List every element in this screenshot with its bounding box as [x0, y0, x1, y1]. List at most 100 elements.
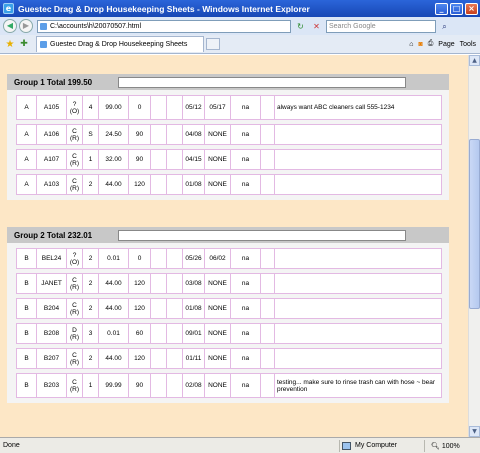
cell-priority: S — [83, 125, 99, 144]
cell-blank-c — [261, 249, 275, 268]
table-row[interactable]: B B203 C (R) 1 99.99 90 02/08 NONE na testing... … — [16, 373, 442, 398]
status-text: Done — [3, 442, 20, 449]
scroll-up-icon[interactable]: ▲ — [469, 55, 480, 66]
cell-status: C (R) — [67, 349, 83, 368]
add-favorite-icon[interactable]: ✚ — [18, 39, 30, 49]
cell-room: A107 — [37, 150, 67, 169]
group-drop-bar[interactable] — [118, 76, 406, 88]
search-icon[interactable]: ⌕ — [438, 20, 451, 33]
cell-blank-c — [261, 374, 275, 397]
close-button[interactable]: × — [465, 2, 478, 15]
maximize-button[interactable]: □ — [450, 2, 463, 15]
favorites-star-icon[interactable]: ★ — [4, 39, 16, 50]
cell-room: A106 — [37, 125, 67, 144]
cell-blank-a — [151, 249, 167, 268]
cell-section: B — [17, 349, 37, 368]
cell-date-in: 01/08 — [183, 175, 205, 194]
cell-date-in: 09/01 — [183, 324, 205, 343]
table-row[interactable]: A A106 C (R) S 24.50 90 04/08 NONE na — [16, 124, 442, 145]
cell-date-in: 05/12 — [183, 96, 205, 119]
tools-menu[interactable]: Tools — [460, 41, 476, 48]
cell-note-flag: na — [231, 125, 261, 144]
cell-date-out: NONE — [205, 349, 231, 368]
cell-priority: 2 — [83, 299, 99, 318]
scroll-thumb[interactable] — [469, 139, 480, 309]
cell-status: C (R) — [67, 125, 83, 144]
cell-date-out: NONE — [205, 374, 231, 397]
vertical-scrollbar[interactable]: ▲ ▼ — [468, 55, 480, 437]
cell-blank-c — [261, 150, 275, 169]
cell-blank-b — [167, 274, 183, 293]
cell-section: A — [17, 150, 37, 169]
cell-status: ? (O) — [67, 249, 83, 268]
cell-room: B207 — [37, 349, 67, 368]
table-row[interactable]: B BEL24? (O) 2 0.01 0 05/26 06/02 na — [16, 248, 442, 269]
cell-minutes: 60 — [129, 324, 151, 343]
cell-note-flag: na — [231, 175, 261, 194]
cell-notes — [275, 349, 441, 368]
table-row[interactable]: A A103 C (R) 2 44.00 120 01/08 NONE na — [16, 174, 442, 195]
refresh-icon[interactable]: ↻ — [294, 20, 307, 33]
scroll-down-icon[interactable]: ▼ — [469, 426, 480, 437]
cell-price: 32.00 — [99, 150, 129, 169]
search-input[interactable]: Search Google — [326, 19, 436, 33]
cell-minutes: 90 — [129, 150, 151, 169]
cell-status: D (R) — [67, 324, 83, 343]
address-bar[interactable]: C:\accounts\h\20070507.html — [37, 19, 291, 33]
cell-blank-c — [261, 96, 275, 119]
group-panel: Group 2 Total 232.01 B BEL24? (O) 2 0.01 0 05… — [7, 227, 449, 403]
group-panel: Group 1 Total 199.50 A A105? (O) 4 99.00 0 05… — [7, 74, 449, 200]
group-body: A A105? (O) 4 99.00 0 05/12 05/17 na always want… — [7, 90, 449, 200]
cell-date-out: NONE — [205, 175, 231, 194]
cell-date-in: 04/08 — [183, 125, 205, 144]
cell-blank-a — [151, 374, 167, 397]
page-content: Group 1 Total 199.50 A A105? (O) 4 99.00 0 05… — [0, 55, 468, 437]
cell-price: 44.00 — [99, 299, 129, 318]
feeds-icon[interactable]: ◙ — [418, 41, 422, 48]
cell-date-out: NONE — [205, 150, 231, 169]
cell-price: 44.00 — [99, 349, 129, 368]
tab-label: Guestec Drag & Drop Housekeeping Sheets — [50, 41, 188, 48]
tab-housekeeping[interactable]: Guestec Drag & Drop Housekeeping Sheets — [36, 36, 204, 52]
address-toolbar: ◀ ▶ C:\accounts\h\20070507.html ↻ ✕ Sear… — [0, 17, 480, 35]
table-row[interactable]: B B207 C (R) 2 44.00 120 01/11 NONE na — [16, 348, 442, 369]
cell-blank-a — [151, 324, 167, 343]
print-icon[interactable]: ⎙ — [428, 40, 434, 48]
cell-section: B — [17, 374, 37, 397]
cell-blank-b — [167, 125, 183, 144]
new-tab-button[interactable] — [206, 38, 220, 50]
table-row[interactable]: B B208 D (R) 3 0.01 60 09/01 NONE na — [16, 323, 442, 344]
cell-minutes: 120 — [129, 274, 151, 293]
back-button[interactable]: ◀ — [3, 19, 17, 33]
table-row[interactable]: B B204 C (R) 2 44.00 120 01/08 NONE na — [16, 298, 442, 319]
cell-minutes: 0 — [129, 96, 151, 119]
cell-blank-b — [167, 349, 183, 368]
cell-priority: 1 — [83, 374, 99, 397]
cell-room: A105 — [37, 96, 67, 119]
zoom-control[interactable]: 🔍︎ 100% — [431, 442, 460, 450]
group-drop-bar[interactable] — [118, 229, 406, 241]
cell-minutes: 0 — [129, 249, 151, 268]
security-zone[interactable]: My Computer — [342, 441, 422, 450]
stop-icon[interactable]: ✕ — [310, 20, 323, 33]
table-row[interactable]: A A107 C (R) 1 32.00 90 04/15 NONE na — [16, 149, 442, 170]
cell-note-flag: na — [231, 324, 261, 343]
computer-icon — [342, 441, 351, 450]
cell-date-out: NONE — [205, 274, 231, 293]
cell-blank-a — [151, 96, 167, 119]
cell-status: C (R) — [67, 150, 83, 169]
group-body: B BEL24? (O) 2 0.01 0 05/26 06/02 na B JANET C (R)… — [7, 243, 449, 403]
home-icon[interactable]: ⌂ — [409, 41, 413, 48]
cell-status: C (R) — [67, 274, 83, 293]
cell-date-in: 01/11 — [183, 349, 205, 368]
group-header: Group 1 Total 199.50 — [7, 74, 449, 90]
forward-button[interactable]: ▶ — [19, 19, 33, 33]
status-divider — [424, 439, 425, 452]
cell-price: 24.50 — [99, 125, 129, 144]
table-row[interactable]: B JANET C (R) 2 44.00 120 03/08 NONE na — [16, 273, 442, 294]
cell-blank-c — [261, 299, 275, 318]
minimize-button[interactable]: _ — [435, 2, 448, 15]
page-menu[interactable]: Page — [438, 41, 454, 48]
cell-blank-c — [261, 274, 275, 293]
table-row[interactable]: A A105? (O) 4 99.00 0 05/12 05/17 na always want… — [16, 95, 442, 120]
